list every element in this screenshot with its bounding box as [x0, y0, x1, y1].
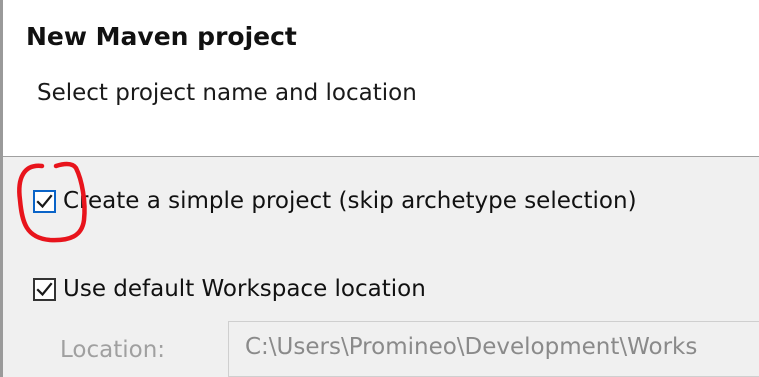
- location-label: Location:: [60, 337, 166, 363]
- location-field[interactable]: C:\Users\Promineo\Development\Works: [228, 321, 759, 377]
- dialog-header: New Maven project Select project name an…: [3, 0, 759, 156]
- check-icon: [36, 281, 53, 296]
- dialog-title: New Maven project: [26, 22, 297, 51]
- default-workspace-checkbox[interactable]: [33, 277, 56, 301]
- dialog-subtitle: Select project name and location: [37, 80, 417, 106]
- simple-project-label: Create a simple project (skip archetype …: [63, 188, 637, 214]
- check-icon: [36, 193, 53, 208]
- location-value: C:\Users\Promineo\Development\Works: [245, 334, 698, 360]
- default-workspace-option[interactable]: Use default Workspace location: [33, 276, 426, 302]
- simple-project-checkbox[interactable]: [33, 189, 56, 213]
- default-workspace-label: Use default Workspace location: [63, 276, 426, 302]
- simple-project-option[interactable]: Create a simple project (skip archetype …: [33, 188, 637, 214]
